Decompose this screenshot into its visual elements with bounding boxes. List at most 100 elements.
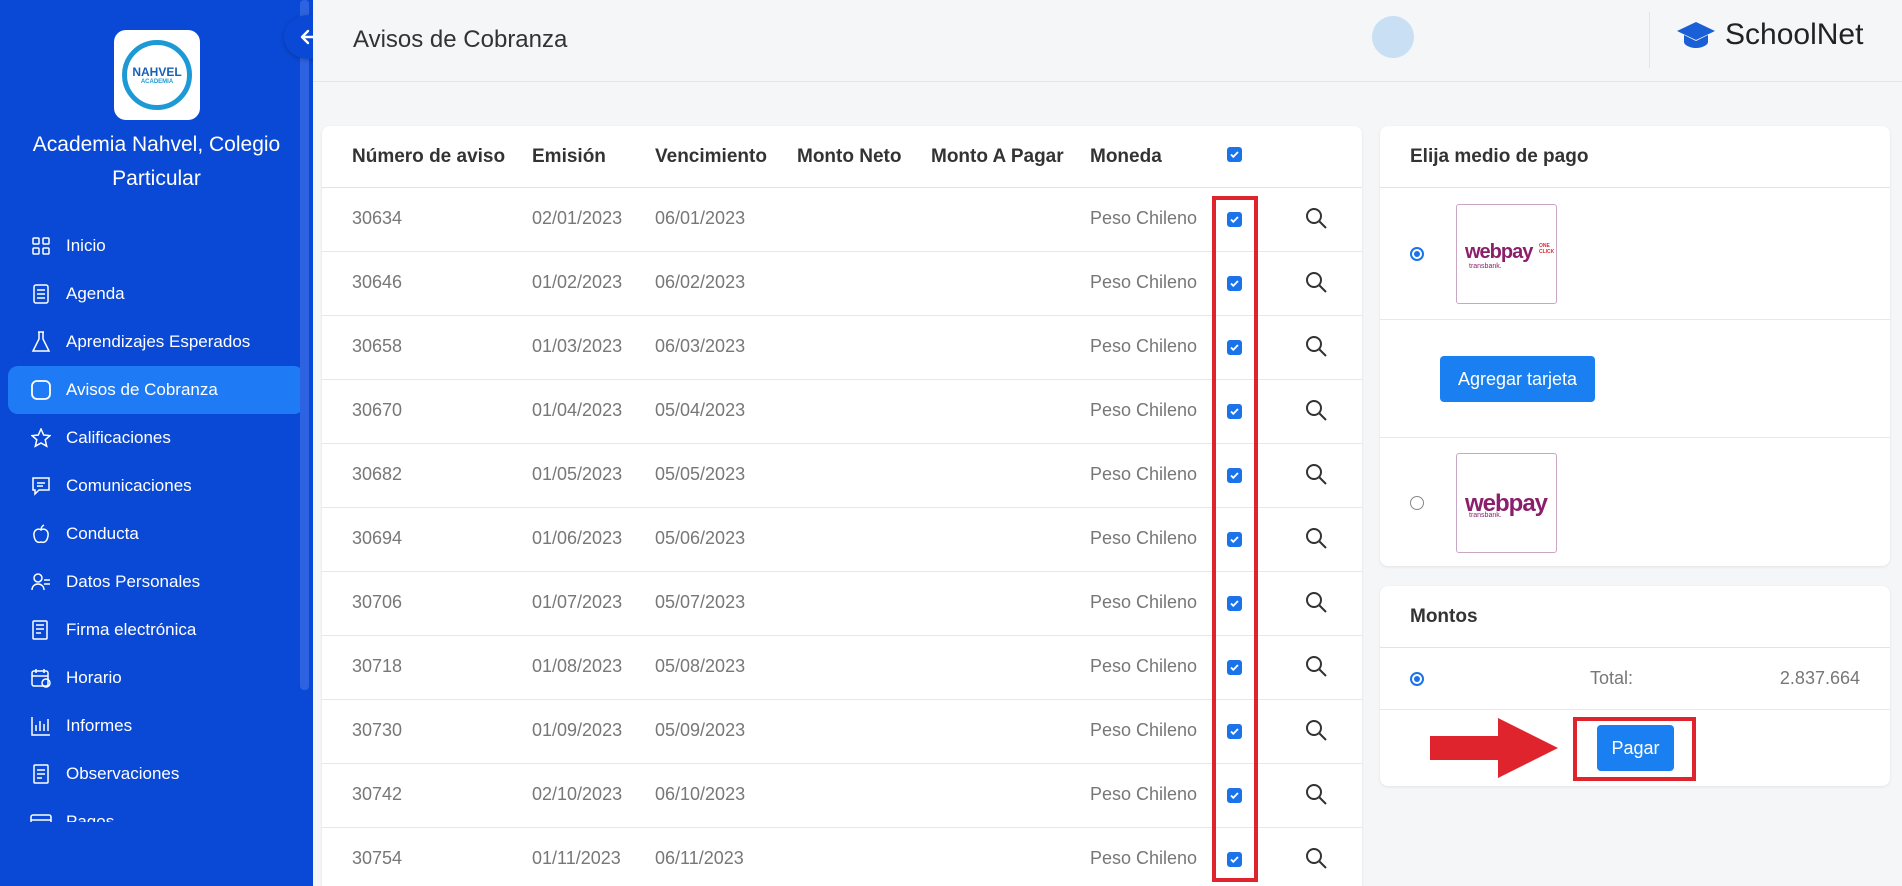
sidebar-item-avisos-de-cobranza[interactable]: Avisos de Cobranza xyxy=(8,366,304,414)
sidebar-item-label: Calificaciones xyxy=(66,428,171,447)
table-row: 30718 01/08/2023 05/08/2023 Peso Chileno xyxy=(322,636,1362,700)
cell-numero: 30730 xyxy=(352,720,403,740)
cell-moneda: Peso Chileno xyxy=(1090,464,1198,484)
school-logo: NAHVEL ACADEMIA xyxy=(114,30,200,120)
sidebar-item-label: Datos Personales xyxy=(66,572,201,591)
sidebar-scrollbar[interactable] xyxy=(300,0,309,690)
sidebar-item-label: Observaciones xyxy=(66,764,180,783)
cell-numero: 30682 xyxy=(352,464,403,484)
cell-moneda: Peso Chileno xyxy=(1090,336,1198,356)
cell-numero: 30742 xyxy=(352,784,403,804)
sidebar-item-pagos[interactable]: Pagos xyxy=(8,798,304,822)
table-row: 30646 01/02/2023 06/02/2023 Peso Chileno xyxy=(322,252,1362,316)
view-details-search-icon[interactable] xyxy=(1304,654,1328,678)
cell-emision: 01/06/2023 xyxy=(532,528,623,548)
cell-moneda: Peso Chileno xyxy=(1090,784,1198,804)
transbank-text: transbank. xyxy=(1469,512,1502,519)
view-details-search-icon[interactable] xyxy=(1304,846,1328,870)
avatar[interactable] xyxy=(1372,16,1414,58)
cell-moneda: Peso Chileno xyxy=(1090,528,1198,548)
cell-moneda: Peso Chileno xyxy=(1090,208,1198,228)
table-row: 30670 01/04/2023 05/04/2023 Peso Chileno xyxy=(322,380,1362,444)
sidebar-item-aprendizajes-esperados[interactable]: Aprendizajes Esperados xyxy=(8,318,304,366)
sidebar-item-firma-electrónica[interactable]: Firma electrónica xyxy=(8,606,304,654)
user-icon xyxy=(30,571,52,593)
sidebar-item-observaciones[interactable]: Observaciones xyxy=(8,750,304,798)
cell-emision: 01/07/2023 xyxy=(532,592,623,612)
grid-icon xyxy=(30,235,52,257)
star-icon xyxy=(30,427,52,449)
sidebar-item-agenda[interactable]: Agenda xyxy=(8,270,304,318)
cell-vencimiento: 06/10/2023 xyxy=(655,784,746,804)
sidebar-item-label: Agenda xyxy=(66,284,125,303)
invoices-table: Número de aviso Emisión Vencimiento Mont… xyxy=(322,126,1362,886)
webpay-option[interactable]: webpay transbank. xyxy=(1380,438,1890,564)
payment-method-card: Elija medio de pago webpay ONE CLICK tra… xyxy=(1380,126,1890,566)
cell-emision: 01/09/2023 xyxy=(532,720,623,740)
col-numero: Número de aviso xyxy=(352,146,506,167)
sidebar-item-datos-personales[interactable]: Datos Personales xyxy=(8,558,304,606)
sidebar-item-calificaciones[interactable]: Calificaciones xyxy=(8,414,304,462)
chart-icon xyxy=(30,715,52,737)
table-row: 30706 01/07/2023 05/07/2023 Peso Chileno xyxy=(322,572,1362,636)
cell-vencimiento: 06/11/2023 xyxy=(655,848,744,868)
total-label: Total: xyxy=(1590,668,1634,688)
view-details-search-icon[interactable] xyxy=(1304,398,1328,422)
cell-emision: 01/03/2023 xyxy=(532,336,623,356)
add-card-row: Agregar tarjeta xyxy=(1380,320,1890,438)
cell-numero: 30694 xyxy=(352,528,403,548)
cell-vencimiento: 05/08/2023 xyxy=(655,656,746,676)
sidebar-item-comunicaciones[interactable]: Comunicaciones xyxy=(8,462,304,510)
view-details-search-icon[interactable] xyxy=(1304,718,1328,742)
notebook-icon xyxy=(30,283,52,305)
cell-emision: 02/01/2023 xyxy=(532,208,623,228)
webpay-oneclick-option[interactable]: webpay ONE CLICK transbank. xyxy=(1380,188,1890,320)
view-details-search-icon[interactable] xyxy=(1304,782,1328,806)
sidebar-item-horario[interactable]: Horario xyxy=(8,654,304,702)
cell-numero: 30646 xyxy=(352,272,403,292)
cell-moneda: Peso Chileno xyxy=(1090,720,1198,740)
sidebar-item-label: Aprendizajes Esperados xyxy=(66,332,251,351)
view-details-search-icon[interactable] xyxy=(1304,590,1328,614)
view-details-search-icon[interactable] xyxy=(1304,526,1328,550)
document-sign-icon xyxy=(30,619,52,641)
view-details-search-icon[interactable] xyxy=(1304,462,1328,486)
arrow-right-icon xyxy=(1430,718,1558,778)
cell-vencimiento: 05/09/2023 xyxy=(655,720,746,740)
graduation-cap-icon xyxy=(1677,22,1715,48)
cell-vencimiento: 05/04/2023 xyxy=(655,400,746,420)
total-row: Total: 2.837.664 xyxy=(1380,648,1890,710)
sidebar-item-label: Informes xyxy=(66,716,133,735)
view-details-search-icon[interactable] xyxy=(1304,206,1328,230)
sidebar-item-inicio[interactable]: Inicio xyxy=(8,222,304,270)
cell-emision: 01/08/2023 xyxy=(532,656,623,676)
brand-logo: SchoolNet xyxy=(1675,18,1863,52)
select-all-checkbox[interactable] xyxy=(1227,147,1242,162)
cell-vencimiento: 05/06/2023 xyxy=(655,528,746,548)
page-title: Avisos de Cobranza xyxy=(353,26,568,53)
card-icon xyxy=(30,811,52,822)
logo-text: NAHVEL xyxy=(132,65,182,79)
webpay-radio[interactable] xyxy=(1410,496,1424,510)
table-header: Número de aviso Emisión Vencimiento Mont… xyxy=(322,126,1362,188)
apple-icon xyxy=(30,523,52,545)
col-monto-pagar: Monto A Pagar xyxy=(931,146,1064,167)
brand-name: SchoolNet xyxy=(1725,18,1864,51)
flask-icon xyxy=(30,331,52,353)
view-details-search-icon[interactable] xyxy=(1304,270,1328,294)
view-details-search-icon[interactable] xyxy=(1304,334,1328,358)
cell-vencimiento: 06/03/2023 xyxy=(655,336,746,356)
table-row: 30694 01/06/2023 05/06/2023 Peso Chileno xyxy=(322,508,1362,572)
table-row: 30682 01/05/2023 05/05/2023 Peso Chileno xyxy=(322,444,1362,508)
total-radio[interactable] xyxy=(1410,672,1424,686)
sidebar-item-label: Comunicaciones xyxy=(66,476,192,495)
col-emision: Emisión xyxy=(532,146,606,167)
table-row: 30634 02/01/2023 06/01/2023 Peso Chileno xyxy=(322,188,1362,252)
pay-button-highlight xyxy=(1573,717,1696,781)
sidebar-item-informes[interactable]: Informes xyxy=(8,702,304,750)
webpay-oneclick-radio[interactable] xyxy=(1410,247,1424,261)
sidebar-item-conducta[interactable]: Conducta xyxy=(8,510,304,558)
cell-numero: 30718 xyxy=(352,656,403,676)
oneclick-tag: ONE CLICK xyxy=(1539,243,1555,255)
add-card-button[interactable]: Agregar tarjeta xyxy=(1440,356,1595,402)
